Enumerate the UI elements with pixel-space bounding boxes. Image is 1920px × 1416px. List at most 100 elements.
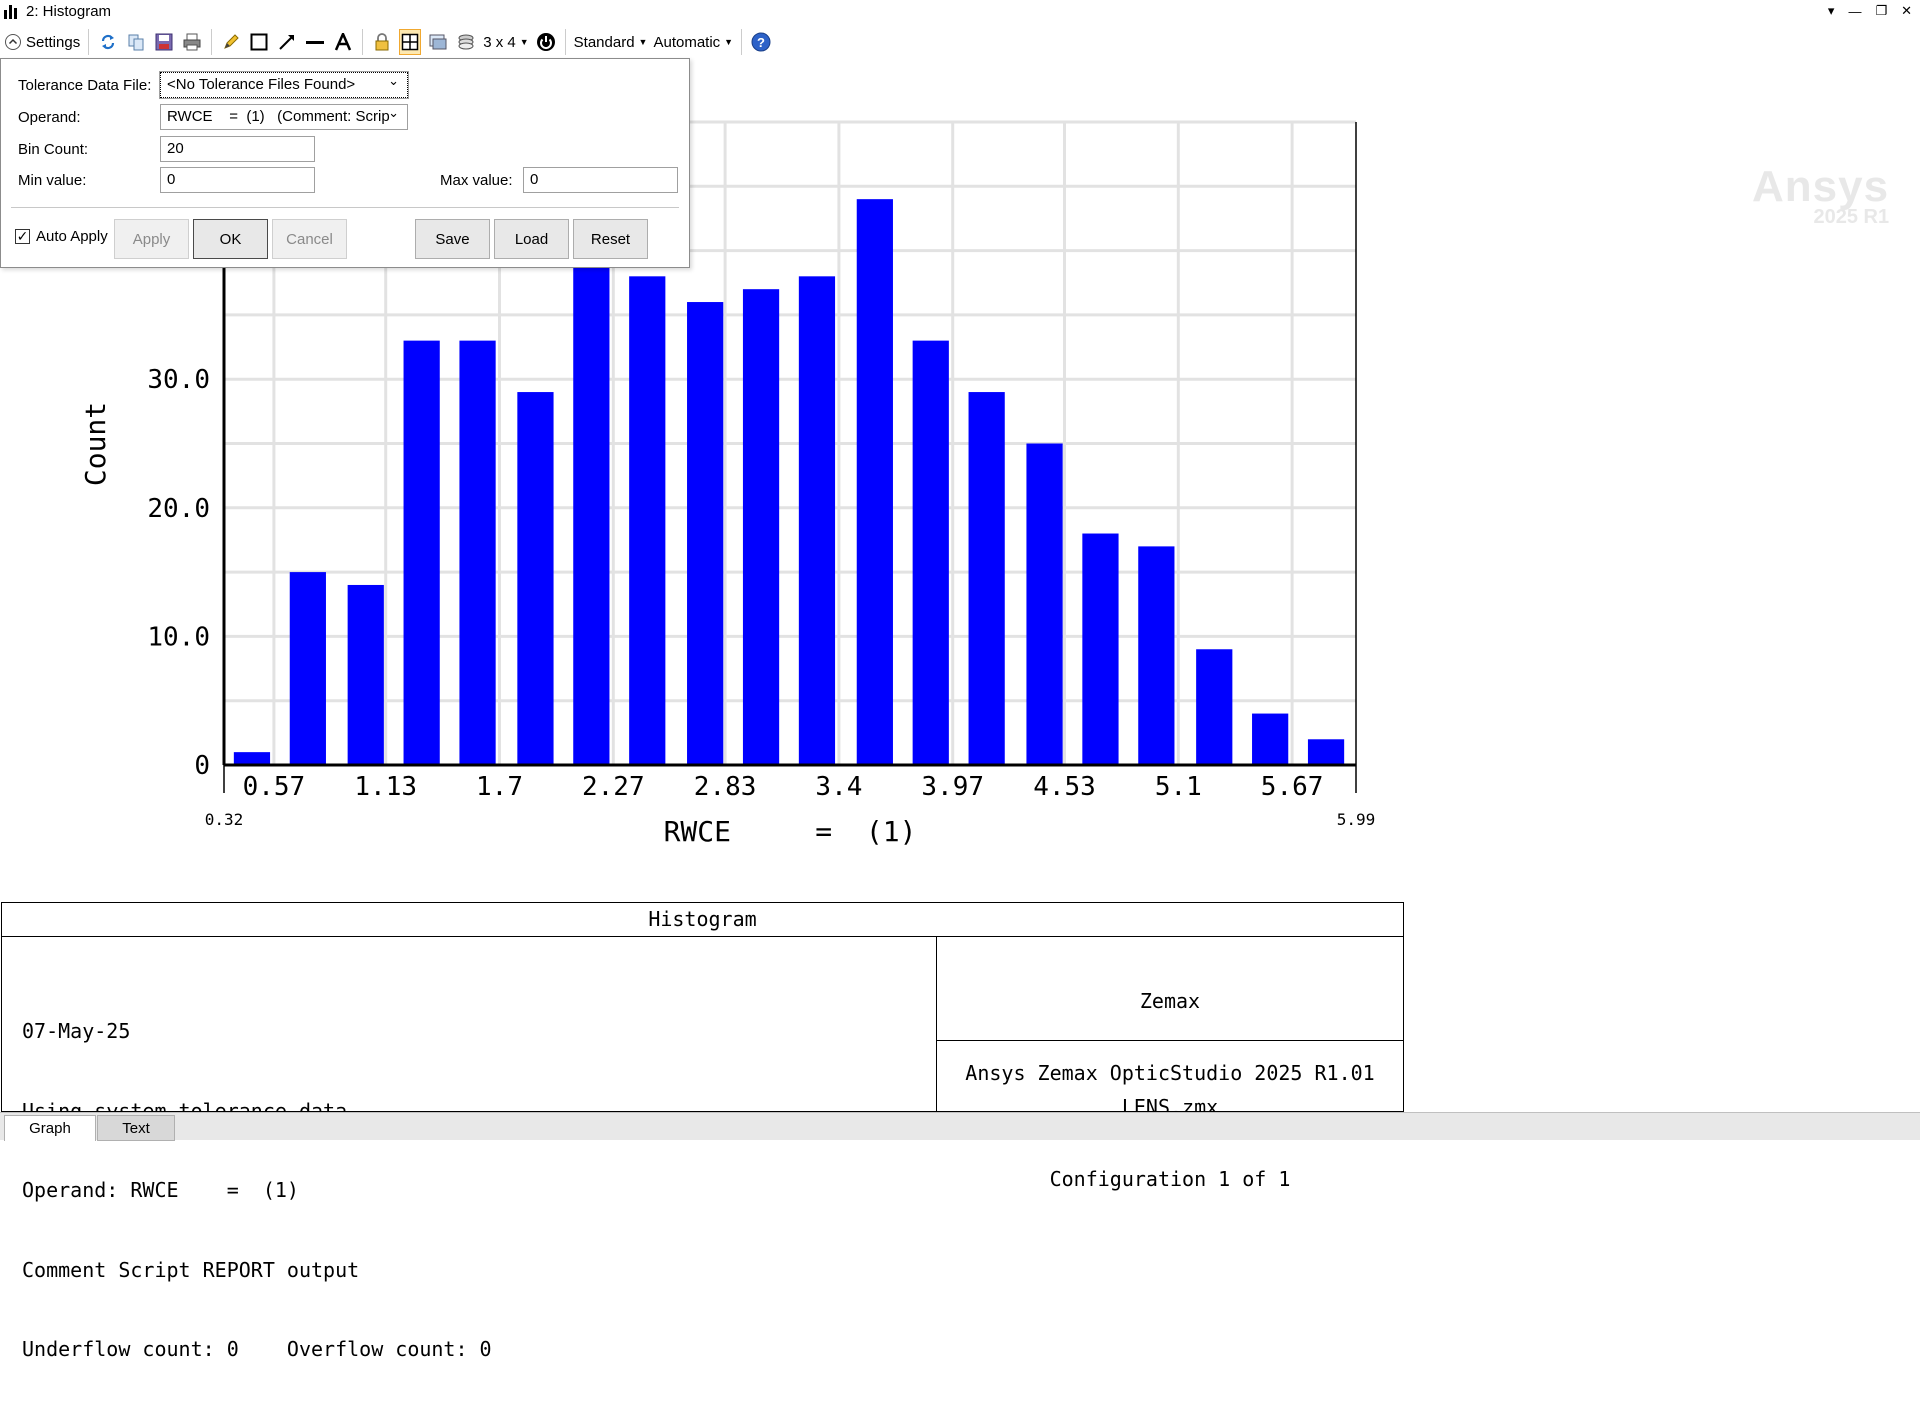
x-min-label: 0.32 [205, 810, 244, 829]
histogram-bar [856, 199, 893, 765]
window-button[interactable] [427, 29, 449, 55]
info-left-cell: 07-May-25 Using system tolerance data. O… [2, 937, 937, 1361]
tab-text[interactable]: Text [97, 1115, 175, 1141]
info-vendor: Zemax [1139, 989, 1201, 1013]
tab-graph[interactable]: Graph [4, 1115, 96, 1141]
ok-button[interactable]: OK [193, 219, 268, 259]
operand-label: Operand: [18, 109, 81, 126]
collapse-up-icon [5, 34, 21, 50]
min-value-input[interactable]: 0 [160, 167, 315, 193]
chevron-down-icon: ▼ [519, 37, 529, 47]
histogram-bar [1026, 443, 1063, 765]
histogram-bar [573, 237, 610, 766]
info-comment: Comment Script REPORT output [22, 1257, 360, 1282]
ansys-watermark: Ansys 2025 R1 [1752, 162, 1889, 229]
histogram-bar [1138, 546, 1175, 765]
clipboard-grid-icon [401, 33, 419, 51]
toolbar-separator [211, 29, 213, 55]
grid-layout-label: 3 x 4 [483, 33, 516, 51]
max-value-label: Max value: [440, 172, 513, 189]
auto-apply-checkbox[interactable]: ✓ [15, 229, 30, 244]
bin-count-input[interactable]: 20 [160, 136, 315, 162]
info-configuration: Configuration 1 of 1 [1049, 1167, 1291, 1191]
info-operand: Operand: RWCE = (1) [22, 1178, 299, 1202]
line-icon [306, 41, 325, 44]
info-flow-counts: Underflow count: 0 Overflow count: 0 [22, 1337, 492, 1361]
grid-layout-dropdown[interactable]: 3 x 4 ▼ [483, 29, 528, 55]
histogram-bar [912, 340, 949, 765]
refresh-button[interactable] [97, 29, 119, 55]
power-icon [536, 33, 555, 51]
standard-label: Standard [573, 33, 635, 51]
layers-button[interactable] [455, 29, 477, 55]
chevron-down-icon: ▼ [724, 37, 734, 47]
toolbar-separator [564, 29, 566, 55]
close-icon[interactable]: ✕ [1901, 3, 1912, 19]
x-tick-label: 3.4 [815, 772, 862, 802]
minimize-icon[interactable]: — [1848, 4, 1861, 19]
lock-button[interactable] [371, 29, 393, 55]
restore-icon[interactable]: ❐ [1875, 3, 1887, 19]
histogram-bar [1252, 713, 1289, 765]
settings-panel: Tolerance Data File: <No Tolerance Files… [0, 58, 690, 268]
rectangle-button[interactable] [248, 29, 270, 55]
bin-count-label: Bin Count: [18, 141, 89, 158]
info-table: Histogram 07-May-25 Using system toleran… [1, 902, 1404, 1361]
y-tick-label: 10.0 [147, 622, 210, 652]
info-right-bottom-cell: LENS.zmx Configuration 1 of 1 [937, 1041, 1403, 1191]
print-icon [183, 33, 201, 51]
histogram-bar [233, 752, 271, 765]
window-icon [429, 34, 447, 50]
x-axis-label: RWCE = (1) [664, 815, 917, 848]
tab-bar: Graph Text [0, 1112, 1920, 1141]
cancel-button[interactable]: Cancel [272, 219, 347, 259]
info-header: Histogram [2, 903, 1403, 937]
window-controls: ▾ — ❐ ✕ [1828, 0, 1912, 22]
info-right-top-cell: Zemax Ansys Zemax OpticStudio 2025 R1.01 [937, 937, 1403, 1085]
toolbar-separator [88, 29, 90, 55]
reset-button[interactable]: Reset [573, 219, 648, 259]
operand-select[interactable]: RWCE = (1) (Comment: Scrip [160, 104, 408, 130]
histogram-bar [1082, 533, 1119, 765]
window-title: 2: Histogram [26, 2, 112, 20]
refresh-icon [102, 34, 115, 50]
text-button[interactable] [332, 29, 354, 55]
tolerance-file-select[interactable]: <No Tolerance Files Found> [159, 71, 409, 99]
print-button[interactable] [181, 29, 203, 55]
histogram-bar [1196, 649, 1233, 765]
power-button[interactable] [535, 29, 557, 55]
toolbar-separator [362, 29, 364, 55]
histogram-bar [687, 302, 724, 765]
x-tick-label: 2.27 [582, 772, 645, 802]
info-date: 07-May-25 [22, 1019, 131, 1043]
y-tick-label: 30.0 [147, 365, 210, 395]
chevron-down-icon: ▼ [638, 37, 648, 47]
arrow-line-icon [279, 35, 295, 50]
histogram-bar [629, 276, 666, 765]
copy-icon [128, 34, 144, 51]
y-tick-label: 0 [194, 751, 210, 781]
save-icon [155, 33, 173, 51]
x-tick-label: 3.97 [921, 772, 984, 802]
save-image-button[interactable] [153, 29, 175, 55]
x-max-label: 5.99 [1337, 810, 1376, 829]
standard-dropdown[interactable]: Standard ▼ [574, 29, 648, 55]
apply-button[interactable]: Apply [114, 219, 189, 259]
max-value-input[interactable]: 0 [523, 167, 678, 193]
arrow-line-button[interactable] [276, 29, 298, 55]
help-button[interactable]: ? [750, 29, 772, 55]
pencil-button[interactable] [220, 29, 242, 55]
window-title-bar: 2: Histogram ▾ — ❐ ✕ [0, 0, 1920, 22]
histogram-bar [798, 276, 836, 765]
dropdown-icon[interactable]: ▾ [1828, 3, 1835, 19]
save-button[interactable]: Save [415, 219, 490, 259]
copy-button[interactable] [125, 29, 147, 55]
clipboard-grid-button[interactable] [399, 29, 422, 55]
load-button[interactable]: Load [494, 219, 569, 259]
toolbar-separator [741, 29, 743, 55]
tolerance-file-label: Tolerance Data File: [18, 77, 152, 94]
automatic-dropdown[interactable]: Automatic ▼ [653, 29, 733, 55]
x-tick-label: 0.57 [243, 772, 306, 802]
settings-button[interactable]: Settings [4, 29, 80, 55]
line-button[interactable] [304, 29, 326, 55]
